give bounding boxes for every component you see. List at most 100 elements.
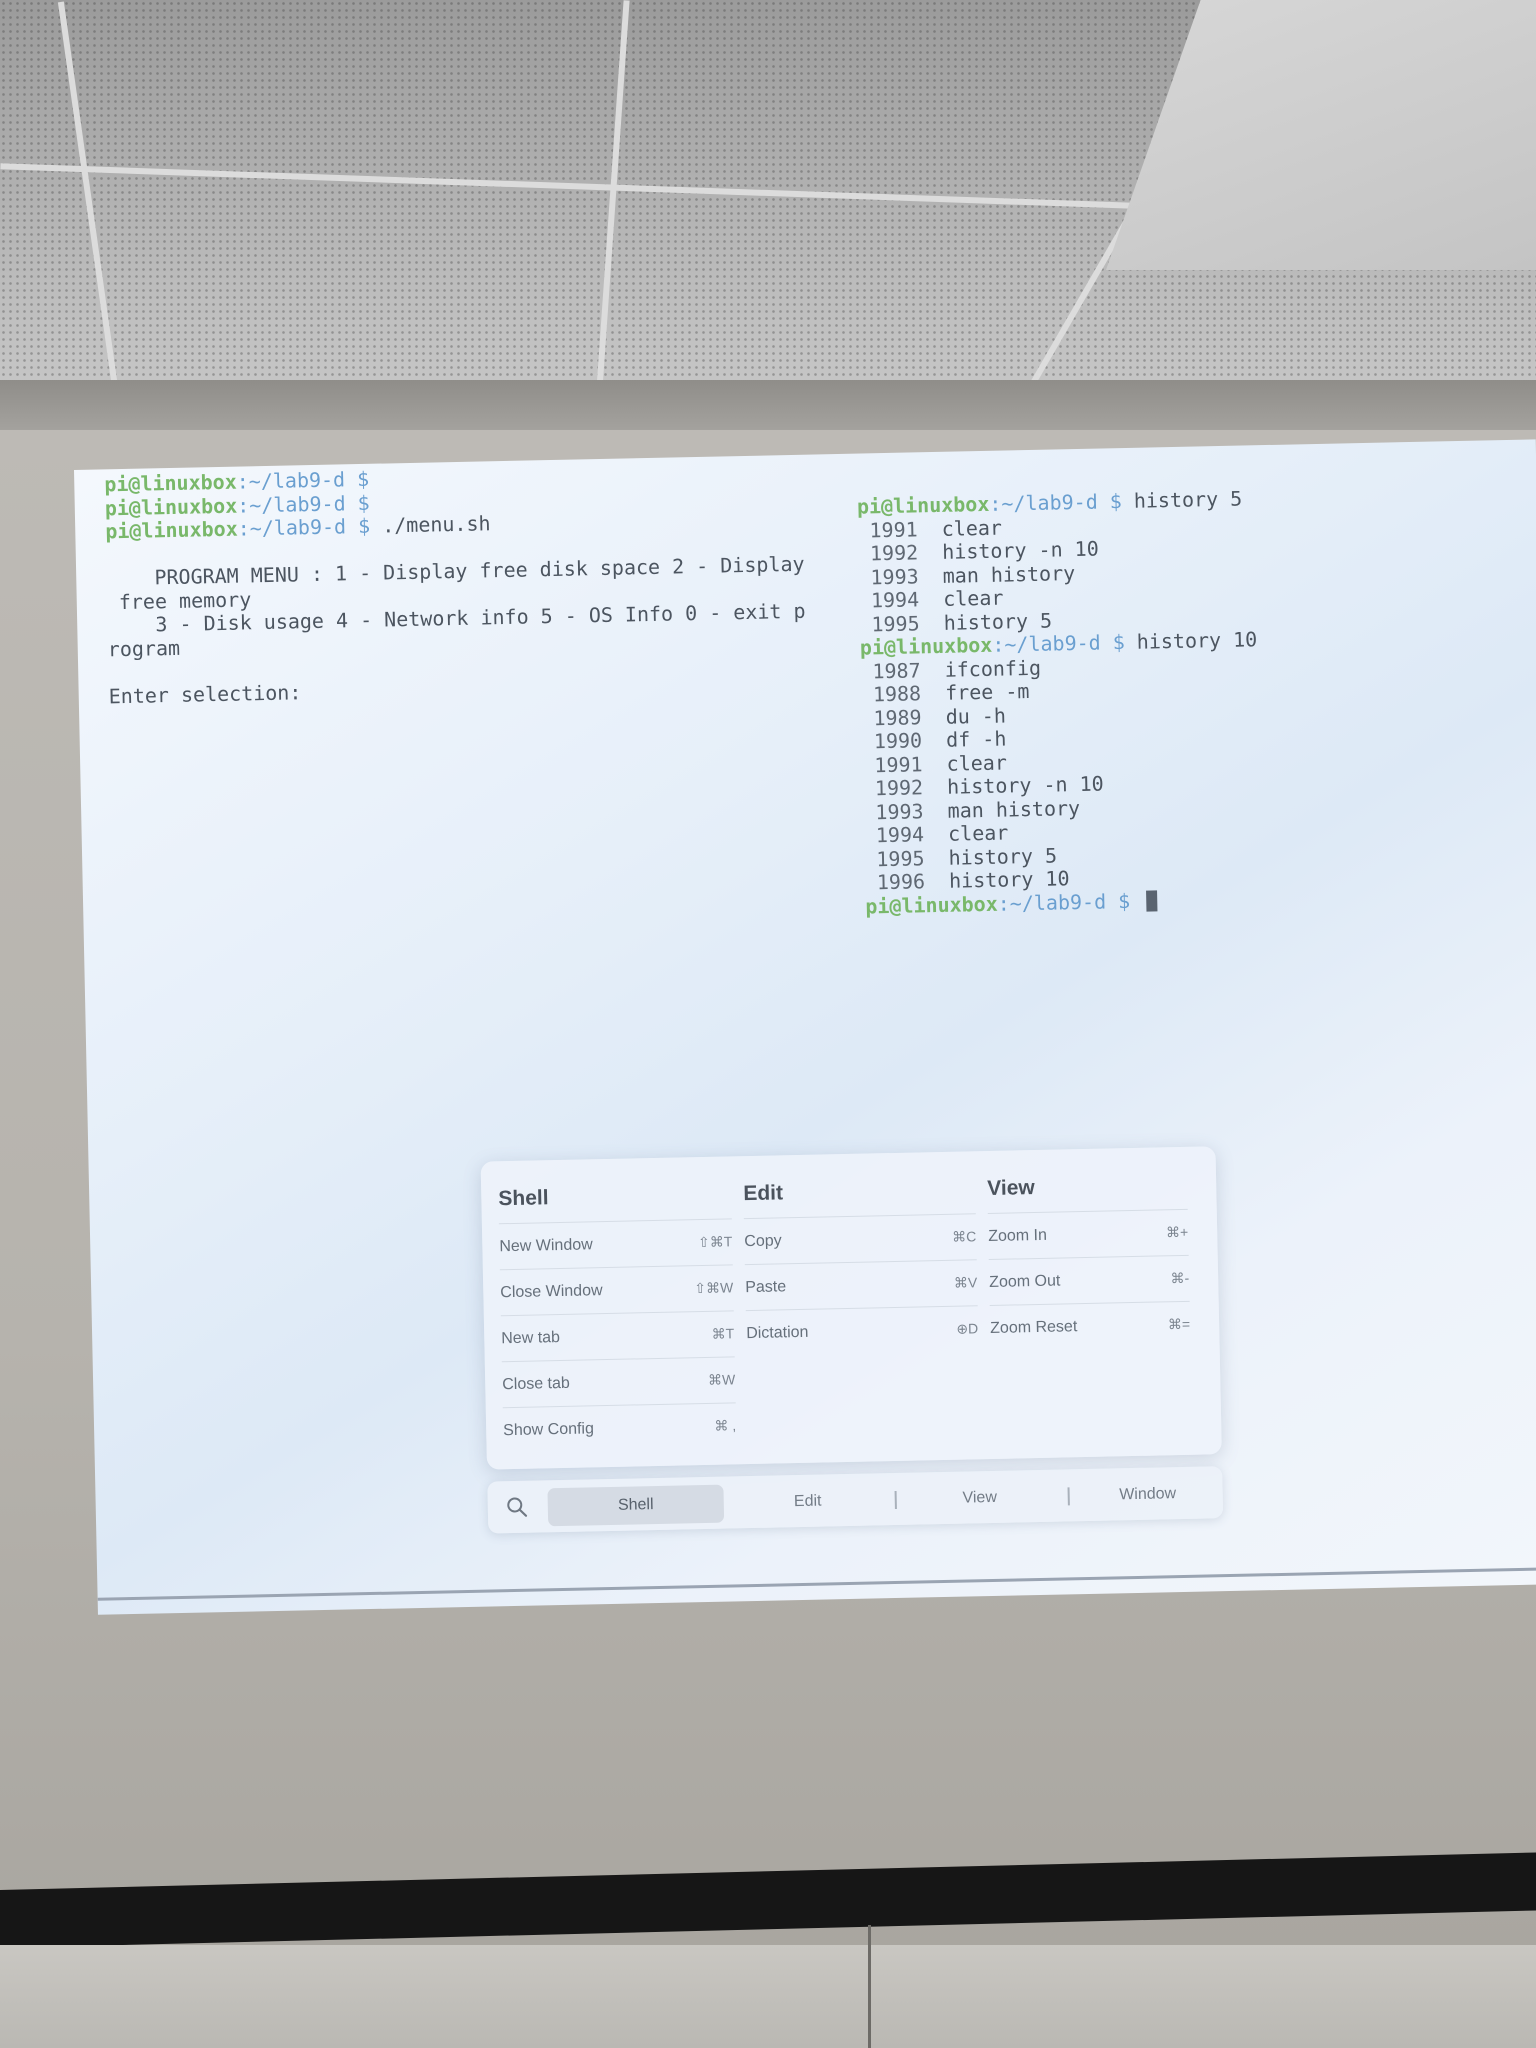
prompt-user: pi@linuxbox (104, 493, 238, 520)
menu-item-label: Close tab (502, 1374, 570, 1393)
shortcut-key: ⌘- (1170, 1269, 1190, 1287)
menu-item-zoom-out[interactable]: Zoom Out ⌘- (988, 1254, 1190, 1306)
ceiling-grid-line (57, 1, 119, 389)
history-number: 1994 (875, 822, 925, 848)
history-command: df -h (945, 726, 1007, 752)
prompt-command (1130, 888, 1143, 912)
terminal-cursor (1145, 889, 1158, 912)
projector-cord (868, 1925, 871, 2048)
history-command: history -n 10 (946, 771, 1104, 799)
tab-view[interactable]: View (899, 1478, 1060, 1519)
history-command: clear (947, 820, 1009, 846)
menu-item-label: New tab (501, 1328, 561, 1347)
command-palette: Shell New Window ⇧⌘T Close Window ⇧⌘W New ta… (480, 1146, 1222, 1470)
history-number: 1992 (869, 540, 919, 566)
history-number: 1993 (875, 798, 924, 824)
menu-item-label: Copy (744, 1231, 782, 1250)
tab-window[interactable]: Window (1072, 1474, 1223, 1515)
history-number: 1993 (870, 563, 919, 589)
history-number: 1987 (872, 657, 921, 683)
prompt-path: :~/lab9-d $ (989, 489, 1123, 516)
menu-item-new-window[interactable]: New Window ⇧⌘T (498, 1218, 733, 1270)
menu-item-show-config[interactable]: Show Config ⌘ , (502, 1402, 737, 1454)
palette-column-view: View Zoom In ⌘+ Zoom Out ⌘- Zoom Reset ⌘= (987, 1173, 1191, 1351)
prompt-path: :~/lab9-d $ (997, 888, 1131, 916)
history-number: 1991 (869, 516, 918, 542)
menu-item-zoom-reset[interactable]: Zoom Reset ⌘= (989, 1300, 1191, 1351)
history-command: clear (942, 585, 1004, 611)
shortcut-key: ⌘W (707, 1371, 736, 1388)
prompt-user: pi@linuxbox (859, 632, 993, 660)
shortcut-key: ⌘= (1167, 1315, 1191, 1333)
history-command: history -n 10 (941, 536, 1099, 564)
history-number: 1991 (874, 751, 923, 777)
history-command: clear (941, 515, 1003, 541)
shortcut-key: ⌘+ (1165, 1223, 1189, 1241)
menu-item-label: Show Config (503, 1419, 595, 1439)
menu-item-dictation[interactable]: Dictation ⊕D (745, 1305, 979, 1357)
history-command: free -m (944, 679, 1030, 705)
menu-item-label: Dictation (746, 1323, 809, 1342)
terminal-left-pane[interactable]: pi@linuxbox:~/lab9-d $ pi@linuxbox:~/lab9… (104, 459, 807, 709)
history-number: 1989 (873, 704, 922, 730)
search-icon[interactable] (506, 1496, 528, 1518)
history-command: du -h (945, 703, 1007, 729)
ceiling-plain-tile (1106, 0, 1536, 270)
tab-separator (894, 1490, 897, 1510)
shortcut-key: ⌘C (951, 1228, 977, 1245)
menu-item-close-tab[interactable]: Close tab ⌘W (501, 1356, 736, 1408)
tab-shell[interactable]: Shell (547, 1484, 725, 1527)
menu-item-label: Zoom In (988, 1226, 1048, 1245)
prompt-command: history 5 (1121, 486, 1243, 514)
ceiling-grid-line (596, 0, 630, 390)
shortcut-key: ⌘V (953, 1274, 978, 1291)
menu-item-copy[interactable]: Copy ⌘C (743, 1213, 977, 1265)
prompt-path: :~/lab9-d $ (236, 490, 370, 518)
terminal-right-pane[interactable]: pi@linuxbox:~/lab9-d $ history 5 1991 cl… (857, 487, 1263, 918)
projected-screen: pi@linuxbox:~/lab9-d $ pi@linuxbox:~/lab9… (74, 439, 1536, 1615)
history-number: 1995 (871, 610, 920, 636)
palette-column-title: View (987, 1176, 1035, 1201)
history-number: 1992 (874, 775, 924, 801)
prompt-path: :~/lab9-d $ (237, 513, 371, 541)
prompt-user: pi@linuxbox (104, 469, 237, 497)
menu-item-label: Zoom Reset (989, 1317, 1078, 1337)
tab-edit[interactable]: Edit (727, 1481, 888, 1522)
history-command: history 5 (943, 608, 1053, 635)
menu-item-label: Zoom Out (989, 1272, 1061, 1291)
menu-item-close-window[interactable]: Close Window ⇧⌘W (499, 1264, 734, 1316)
palette-column-title: Shell (498, 1186, 549, 1211)
palette-column-title: Edit (743, 1181, 784, 1206)
menu-item-paste[interactable]: Paste ⌘V (744, 1259, 978, 1311)
shortcut-key: ⌘T (711, 1325, 735, 1342)
palette-column-edit: Edit Copy ⌘C Paste ⌘V Dictation ⊕D (743, 1177, 979, 1357)
menu-item-new-tab[interactable]: New tab ⌘T (500, 1310, 735, 1362)
history-number: 1996 (876, 869, 926, 895)
prompt-path: :~/lab9-d $ (236, 466, 370, 494)
ceiling (0, 0, 1536, 420)
history-command: clear (946, 750, 1008, 776)
palette-column-shell: Shell New Window ⇧⌘T Close Window ⇧⌘W New ta… (498, 1182, 737, 1454)
prompt-command: ./menu.sh (369, 511, 491, 538)
history-command: man history (942, 560, 1076, 588)
history-number: 1995 (876, 845, 925, 871)
prompt-user: pi@linuxbox (105, 516, 238, 544)
menu-item-zoom-in[interactable]: Zoom In ⌘+ (987, 1208, 1189, 1260)
bottom-strip (0, 1945, 1536, 2048)
history-number: 1988 (872, 681, 922, 707)
shortcut-key: ⌘ , (714, 1417, 737, 1434)
menu-item-label: New Window (499, 1235, 593, 1255)
menu-item-label: Paste (745, 1277, 787, 1296)
history-command: man history (947, 795, 1081, 823)
history-command: ifconfig (944, 655, 1042, 682)
prompt-command: history 10 (1124, 627, 1258, 655)
shortcut-key: ⊕D (956, 1320, 979, 1337)
prompt-path: :~/lab9-d $ (992, 630, 1125, 657)
prompt-user: pi@linuxbox (856, 491, 990, 519)
tab-separator (1067, 1487, 1070, 1506)
tab-bar: Shell Edit View Window (487, 1466, 1224, 1534)
shortcut-key: ⇧⌘W (694, 1279, 734, 1297)
history-command: history 10 (948, 866, 1070, 893)
history-number: 1994 (870, 587, 920, 613)
history-number: 1990 (873, 728, 923, 754)
